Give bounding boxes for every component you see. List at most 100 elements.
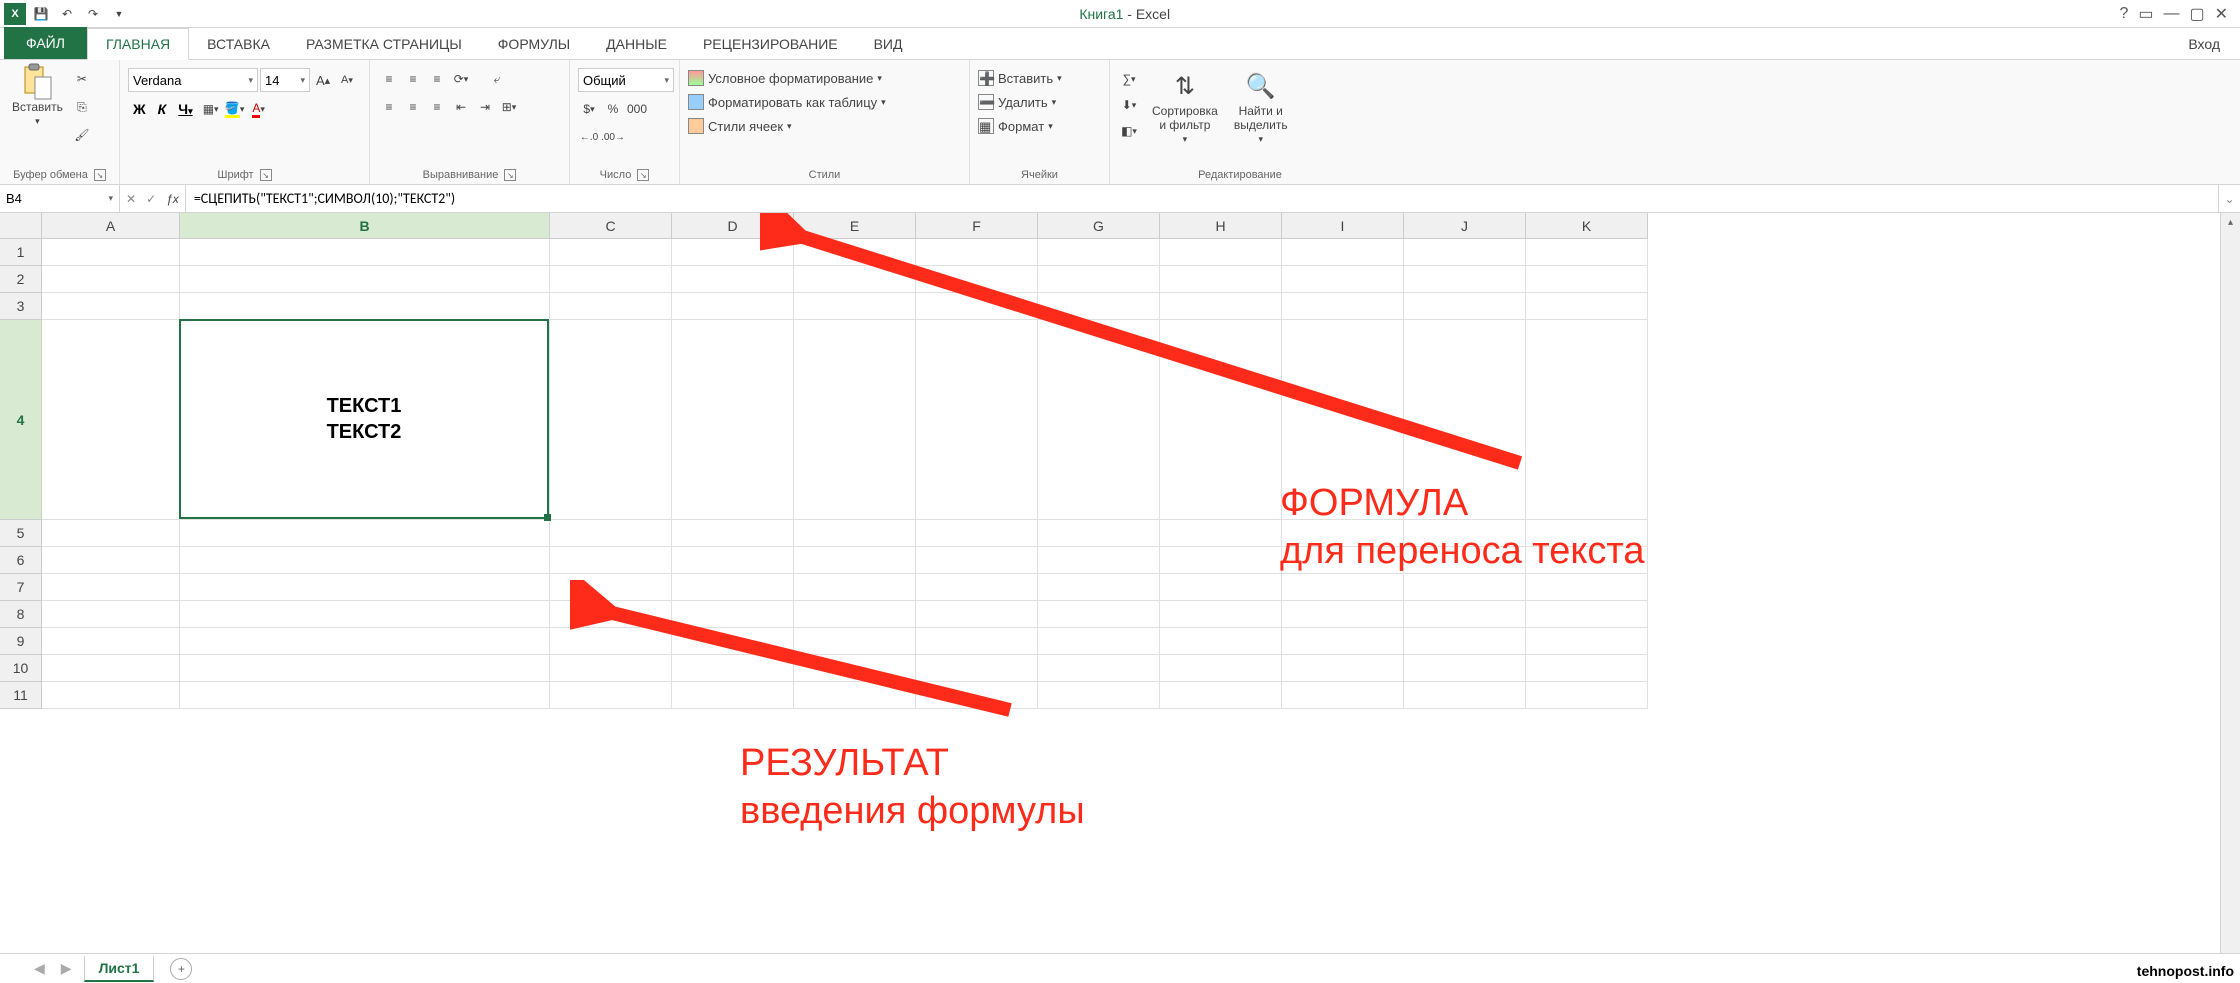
cell[interactable] xyxy=(1038,547,1160,574)
decrease-decimal-icon[interactable]: .00→ xyxy=(602,126,624,148)
cell[interactable] xyxy=(1038,628,1160,655)
row-header[interactable]: 3 xyxy=(0,293,42,320)
increase-indent-icon[interactable]: ⇥ xyxy=(474,96,496,118)
column-header[interactable]: D xyxy=(672,213,794,239)
underline-button[interactable]: Ч▾ xyxy=(173,98,197,120)
cell[interactable] xyxy=(1404,601,1526,628)
cell[interactable] xyxy=(1282,547,1404,574)
cell[interactable] xyxy=(1526,266,1648,293)
orientation-icon[interactable]: ⟳▾ xyxy=(450,68,472,90)
fill-handle[interactable] xyxy=(544,514,551,521)
borders-icon[interactable]: ▦▾ xyxy=(200,98,222,120)
column-header[interactable]: B xyxy=(180,213,550,239)
merge-cells-icon[interactable]: ⊞▾ xyxy=(498,96,520,118)
cell[interactable] xyxy=(916,239,1038,266)
spreadsheet-grid[interactable]: ABCDEFGHIJK 1234567891011 ТЕКСТ1ТЕКСТ2 ▴ xyxy=(0,213,2240,953)
cell-styles-button[interactable]: Стили ячеек ▾ xyxy=(688,116,792,136)
wrap-text-icon[interactable]: ⤶ xyxy=(486,68,508,90)
row-header[interactable]: 6 xyxy=(0,547,42,574)
cell[interactable] xyxy=(916,682,1038,709)
column-header[interactable]: E xyxy=(794,213,916,239)
tab-insert[interactable]: ВСТАВКА xyxy=(189,29,288,59)
cell[interactable] xyxy=(180,601,550,628)
maximize-icon[interactable]: ▢ xyxy=(2189,4,2204,24)
cell[interactable] xyxy=(180,682,550,709)
insert-cells-button[interactable]: ➕Вставить ▾ xyxy=(978,68,1062,88)
cell[interactable] xyxy=(1526,239,1648,266)
tab-view[interactable]: ВИД xyxy=(856,29,921,59)
cell[interactable] xyxy=(42,628,180,655)
column-header[interactable]: H xyxy=(1160,213,1282,239)
sheet-tab-active[interactable]: Лист1 xyxy=(84,956,155,982)
cell[interactable] xyxy=(1404,574,1526,601)
cell[interactable] xyxy=(1404,320,1526,520)
cell[interactable] xyxy=(550,682,672,709)
cell[interactable] xyxy=(916,601,1038,628)
cell[interactable] xyxy=(180,239,550,266)
cell[interactable] xyxy=(794,266,916,293)
enter-formula-icon[interactable]: ✓ xyxy=(146,192,156,206)
align-top-icon[interactable]: ≡ xyxy=(378,68,400,90)
paste-button[interactable]: Вставить▾ xyxy=(8,64,67,129)
cell[interactable] xyxy=(550,293,672,320)
cell[interactable] xyxy=(794,655,916,682)
cell[interactable] xyxy=(550,655,672,682)
add-sheet-icon[interactable]: + xyxy=(170,958,192,980)
tab-review[interactable]: РЕЦЕНЗИРОВАНИЕ xyxy=(685,29,856,59)
cell[interactable] xyxy=(672,547,794,574)
increase-decimal-icon[interactable]: ←.0 xyxy=(578,126,600,148)
tab-data[interactable]: ДАННЫЕ xyxy=(588,29,685,59)
cell[interactable] xyxy=(1160,547,1282,574)
cell[interactable] xyxy=(42,682,180,709)
cell[interactable] xyxy=(672,266,794,293)
cell[interactable] xyxy=(916,520,1038,547)
cell[interactable] xyxy=(672,628,794,655)
formula-input[interactable]: =СЦЕПИТЬ("ТЕКСТ1";СИМВОЛ(10);"ТЕКСТ2") xyxy=(186,185,2218,212)
comma-format-icon[interactable]: 000 xyxy=(626,98,648,120)
cell[interactable] xyxy=(1526,520,1648,547)
align-left-icon[interactable]: ≡ xyxy=(378,96,400,118)
row-header[interactable]: 2 xyxy=(0,266,42,293)
cell[interactable] xyxy=(42,320,180,520)
cell[interactable] xyxy=(550,574,672,601)
cell[interactable] xyxy=(916,655,1038,682)
sheet-nav-next-icon[interactable]: ▶ xyxy=(57,960,76,977)
cell[interactable] xyxy=(550,239,672,266)
font-color-icon[interactable]: A▾ xyxy=(248,98,270,120)
align-bottom-icon[interactable]: ≡ xyxy=(426,68,448,90)
sheet-nav-prev-icon[interactable]: ◀ xyxy=(30,960,49,977)
name-box[interactable]: B4▾ xyxy=(0,185,120,212)
cell[interactable] xyxy=(1282,320,1404,520)
vertical-scrollbar[interactable]: ▴ xyxy=(2220,213,2240,953)
close-icon[interactable]: ✕ xyxy=(2215,4,2228,24)
cell[interactable] xyxy=(672,520,794,547)
cell[interactable] xyxy=(672,293,794,320)
cell[interactable] xyxy=(1404,239,1526,266)
column-header[interactable]: I xyxy=(1282,213,1404,239)
number-launcher-icon[interactable]: ↘ xyxy=(637,169,649,181)
undo-icon[interactable]: ↶ xyxy=(56,3,78,25)
cell[interactable] xyxy=(1282,628,1404,655)
cell[interactable] xyxy=(1404,547,1526,574)
cell[interactable] xyxy=(794,601,916,628)
cell[interactable] xyxy=(1282,266,1404,293)
cell[interactable] xyxy=(1404,266,1526,293)
cell[interactable] xyxy=(916,574,1038,601)
cell[interactable] xyxy=(1160,320,1282,520)
cell[interactable] xyxy=(1526,547,1648,574)
cell[interactable] xyxy=(180,655,550,682)
align-right-icon[interactable]: ≡ xyxy=(426,96,448,118)
column-header[interactable]: A xyxy=(42,213,180,239)
row-header[interactable]: 9 xyxy=(0,628,42,655)
cell[interactable] xyxy=(794,628,916,655)
cell[interactable] xyxy=(672,655,794,682)
cell[interactable] xyxy=(1526,574,1648,601)
cell[interactable] xyxy=(550,266,672,293)
row-header[interactable]: 1 xyxy=(0,239,42,266)
cell[interactable] xyxy=(180,266,550,293)
conditional-formatting-button[interactable]: Условное форматирование ▾ xyxy=(688,68,882,88)
cell[interactable] xyxy=(1160,239,1282,266)
sort-filter-button[interactable]: ⇅ Сортировка и фильтр▾ xyxy=(1148,68,1222,147)
cell[interactable] xyxy=(794,682,916,709)
cell[interactable] xyxy=(1282,601,1404,628)
